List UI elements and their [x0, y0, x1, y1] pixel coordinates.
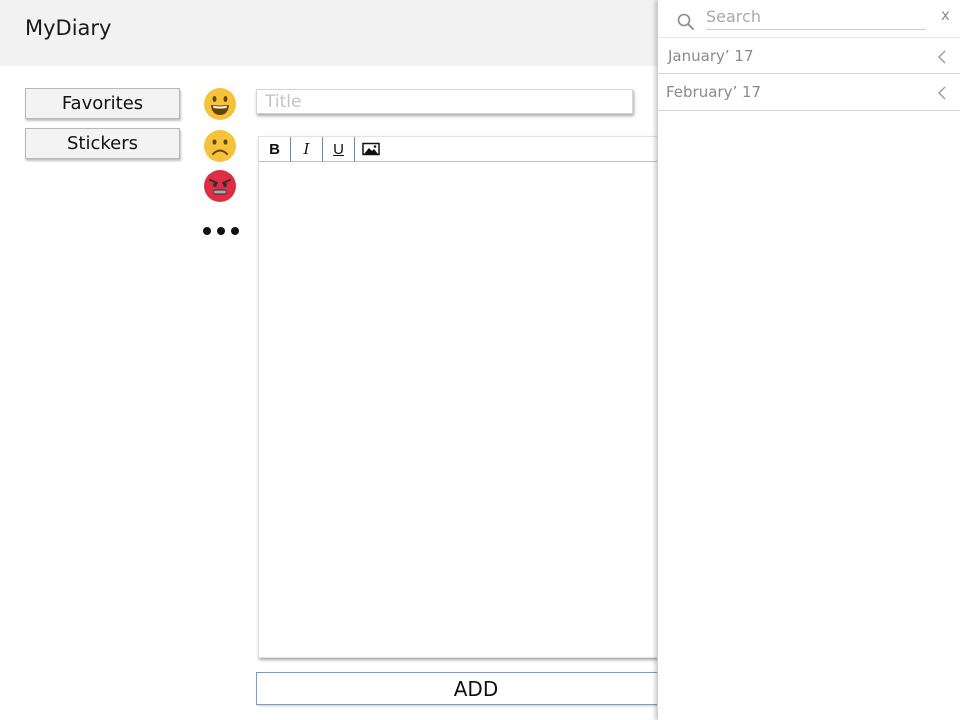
italic-button[interactable]: I	[291, 137, 323, 161]
title-input[interactable]	[256, 89, 633, 114]
happy-face-icon[interactable]	[203, 87, 237, 121]
stickers-button[interactable]: Stickers	[25, 128, 180, 159]
search-input[interactable]	[706, 4, 926, 30]
format-toolbar: B I U	[259, 137, 677, 162]
add-button[interactable]: ADD	[256, 672, 696, 705]
sad-face-icon[interactable]	[203, 129, 237, 163]
image-icon	[362, 142, 380, 156]
entries-panel: x January’ 17 February’ 17	[657, 0, 960, 720]
month-label: February’ 17	[666, 83, 762, 101]
more-dots-icon[interactable]	[203, 222, 239, 240]
favorites-button[interactable]: Favorites	[25, 88, 180, 119]
angry-face-icon[interactable]	[203, 169, 237, 203]
bold-button[interactable]: B	[259, 137, 291, 161]
search-icon	[677, 13, 694, 30]
app-title: MyDiary	[25, 16, 112, 40]
editor-text-area[interactable]	[259, 162, 677, 657]
month-label: January’ 17	[668, 46, 754, 65]
chevron-left-icon	[938, 86, 946, 100]
dot	[217, 227, 225, 235]
chevron-left-icon	[938, 50, 946, 64]
close-icon[interactable]: x	[941, 6, 950, 24]
month-item-february[interactable]: February’ 17	[658, 74, 960, 111]
month-item-january[interactable]: January’ 17	[658, 37, 960, 74]
underline-button[interactable]: U	[323, 137, 355, 161]
insert-image-button[interactable]	[355, 137, 387, 161]
diary-editor: B I U	[258, 136, 678, 658]
dot	[231, 227, 239, 235]
dot	[203, 227, 211, 235]
